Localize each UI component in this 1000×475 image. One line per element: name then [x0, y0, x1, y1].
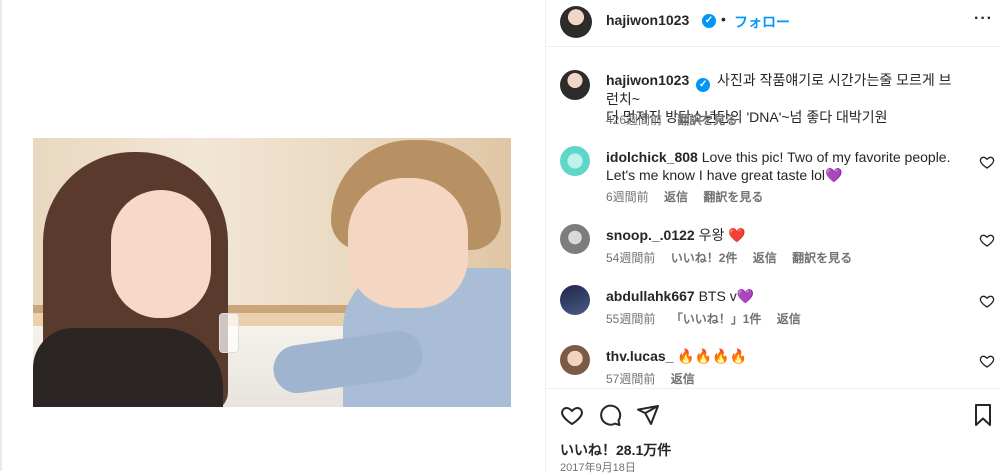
owner-avatar[interactable]: [560, 6, 592, 38]
comment-item: idolchick_808 Love this pic! Two of my f…: [546, 146, 1000, 206]
comment-text: abdullahk667 BTS v💜: [606, 287, 956, 305]
verified-badge-icon: ✓: [702, 14, 716, 28]
likes-count[interactable]: いいね！28.1万件: [560, 440, 671, 460]
comment-meta: 54週間前 いいね！2件 返信 翻訳を見る: [606, 249, 864, 266]
follow-button[interactable]: フォロー: [734, 12, 790, 32]
comment-item: abdullahk667 BTS v💜 55週間前 「いいね！」1件 返信: [546, 285, 1000, 329]
commenter-avatar[interactable]: [560, 285, 590, 315]
caption-time[interactable]: 426週間前: [606, 113, 662, 127]
heart-icon[interactable]: [560, 403, 584, 427]
owner-username[interactable]: hajiwon1023: [606, 12, 689, 28]
likes-count[interactable]: いいね！2件: [671, 251, 738, 265]
comment-emoji: 💜: [825, 167, 843, 183]
reply-button[interactable]: 返信: [664, 190, 688, 204]
comment-body: BTS v: [698, 288, 737, 304]
comment-emoji: 💜: [736, 288, 755, 304]
comment-text: snoop._.0122 우왕 ❤️: [606, 226, 956, 244]
comment-body: 🔥🔥🔥🔥: [677, 348, 748, 364]
reply-button[interactable]: 返信: [753, 251, 777, 265]
caption-avatar[interactable]: [560, 70, 590, 100]
heart-icon[interactable]: [979, 353, 995, 369]
comment-text: idolchick_808 Love this pic! Two of my f…: [606, 148, 956, 184]
comment-icon[interactable]: [598, 403, 622, 427]
translate-button[interactable]: 翻訳を見る: [703, 190, 763, 204]
separator-dot: •: [721, 11, 726, 27]
comment-time[interactable]: 57週間前: [606, 372, 655, 386]
comment-time[interactable]: 54週間前: [606, 251, 655, 265]
post-date[interactable]: 2017年9月18日: [560, 459, 636, 475]
heart-icon[interactable]: [979, 154, 995, 170]
comment-text: thv.lucas_ 🔥🔥🔥🔥: [606, 347, 956, 365]
comment-username[interactable]: thv.lucas_: [606, 348, 673, 364]
comment-item: thv.lucas_ 🔥🔥🔥🔥 57週間前 返信: [546, 345, 1000, 387]
post-header: hajiwon1023 ✓ • フォロー ···: [546, 0, 1000, 47]
translate-button[interactable]: 翻訳を見る: [792, 251, 852, 265]
caption-username[interactable]: hajiwon1023: [606, 72, 689, 88]
comment-item: snoop._.0122 우왕 ❤️ 54週間前 いいね！2件 返信 翻訳を見る: [546, 224, 1000, 268]
comment-emoji: ❤️: [728, 227, 746, 243]
comment-body: 우왕: [698, 227, 725, 243]
comment-time[interactable]: 6週間前: [606, 190, 649, 204]
commenter-avatar[interactable]: [560, 146, 590, 176]
caption-meta: 426週間前 翻訳を見る: [606, 111, 749, 128]
caption: hajiwon1023 ✓ 사진과 작품얘기로 시간가는줄 모르게 브런치~ 더…: [546, 68, 1000, 128]
media-pane: [0, 0, 545, 471]
window-edge: [0, 0, 2, 471]
comment-username[interactable]: abdullahk667: [606, 288, 695, 304]
likes-count[interactable]: 「いいね！」1件: [671, 312, 762, 326]
comment-username[interactable]: snoop._.0122: [606, 227, 695, 243]
heart-icon[interactable]: [979, 232, 995, 248]
comment-meta: 57週間前 返信: [606, 370, 707, 387]
reply-button[interactable]: 返信: [671, 372, 695, 386]
comment-time[interactable]: 55週間前: [606, 312, 655, 326]
commenter-avatar[interactable]: [560, 224, 590, 254]
commenter-avatar[interactable]: [560, 345, 590, 375]
post-action-bar: [546, 388, 1000, 435]
post-photo[interactable]: [33, 138, 511, 407]
heart-icon[interactable]: [979, 293, 995, 309]
bookmark-icon[interactable]: [971, 403, 995, 427]
comment-meta: 55週間前 「いいね！」1件 返信: [606, 310, 813, 327]
caption-translate[interactable]: 翻訳を見る: [677, 113, 737, 127]
share-icon[interactable]: [636, 403, 660, 427]
more-options-icon[interactable]: ···: [974, 10, 993, 28]
comment-username[interactable]: idolchick_808: [606, 149, 698, 165]
verified-badge-icon: ✓: [696, 78, 711, 92]
reply-button[interactable]: 返信: [777, 312, 801, 326]
post-sidebar: hajiwon1023 ✓ • フォロー ··· hajiwon1023 ✓ 사…: [545, 0, 1000, 474]
comment-meta: 6週間前 返信 翻訳を見る: [606, 188, 775, 205]
